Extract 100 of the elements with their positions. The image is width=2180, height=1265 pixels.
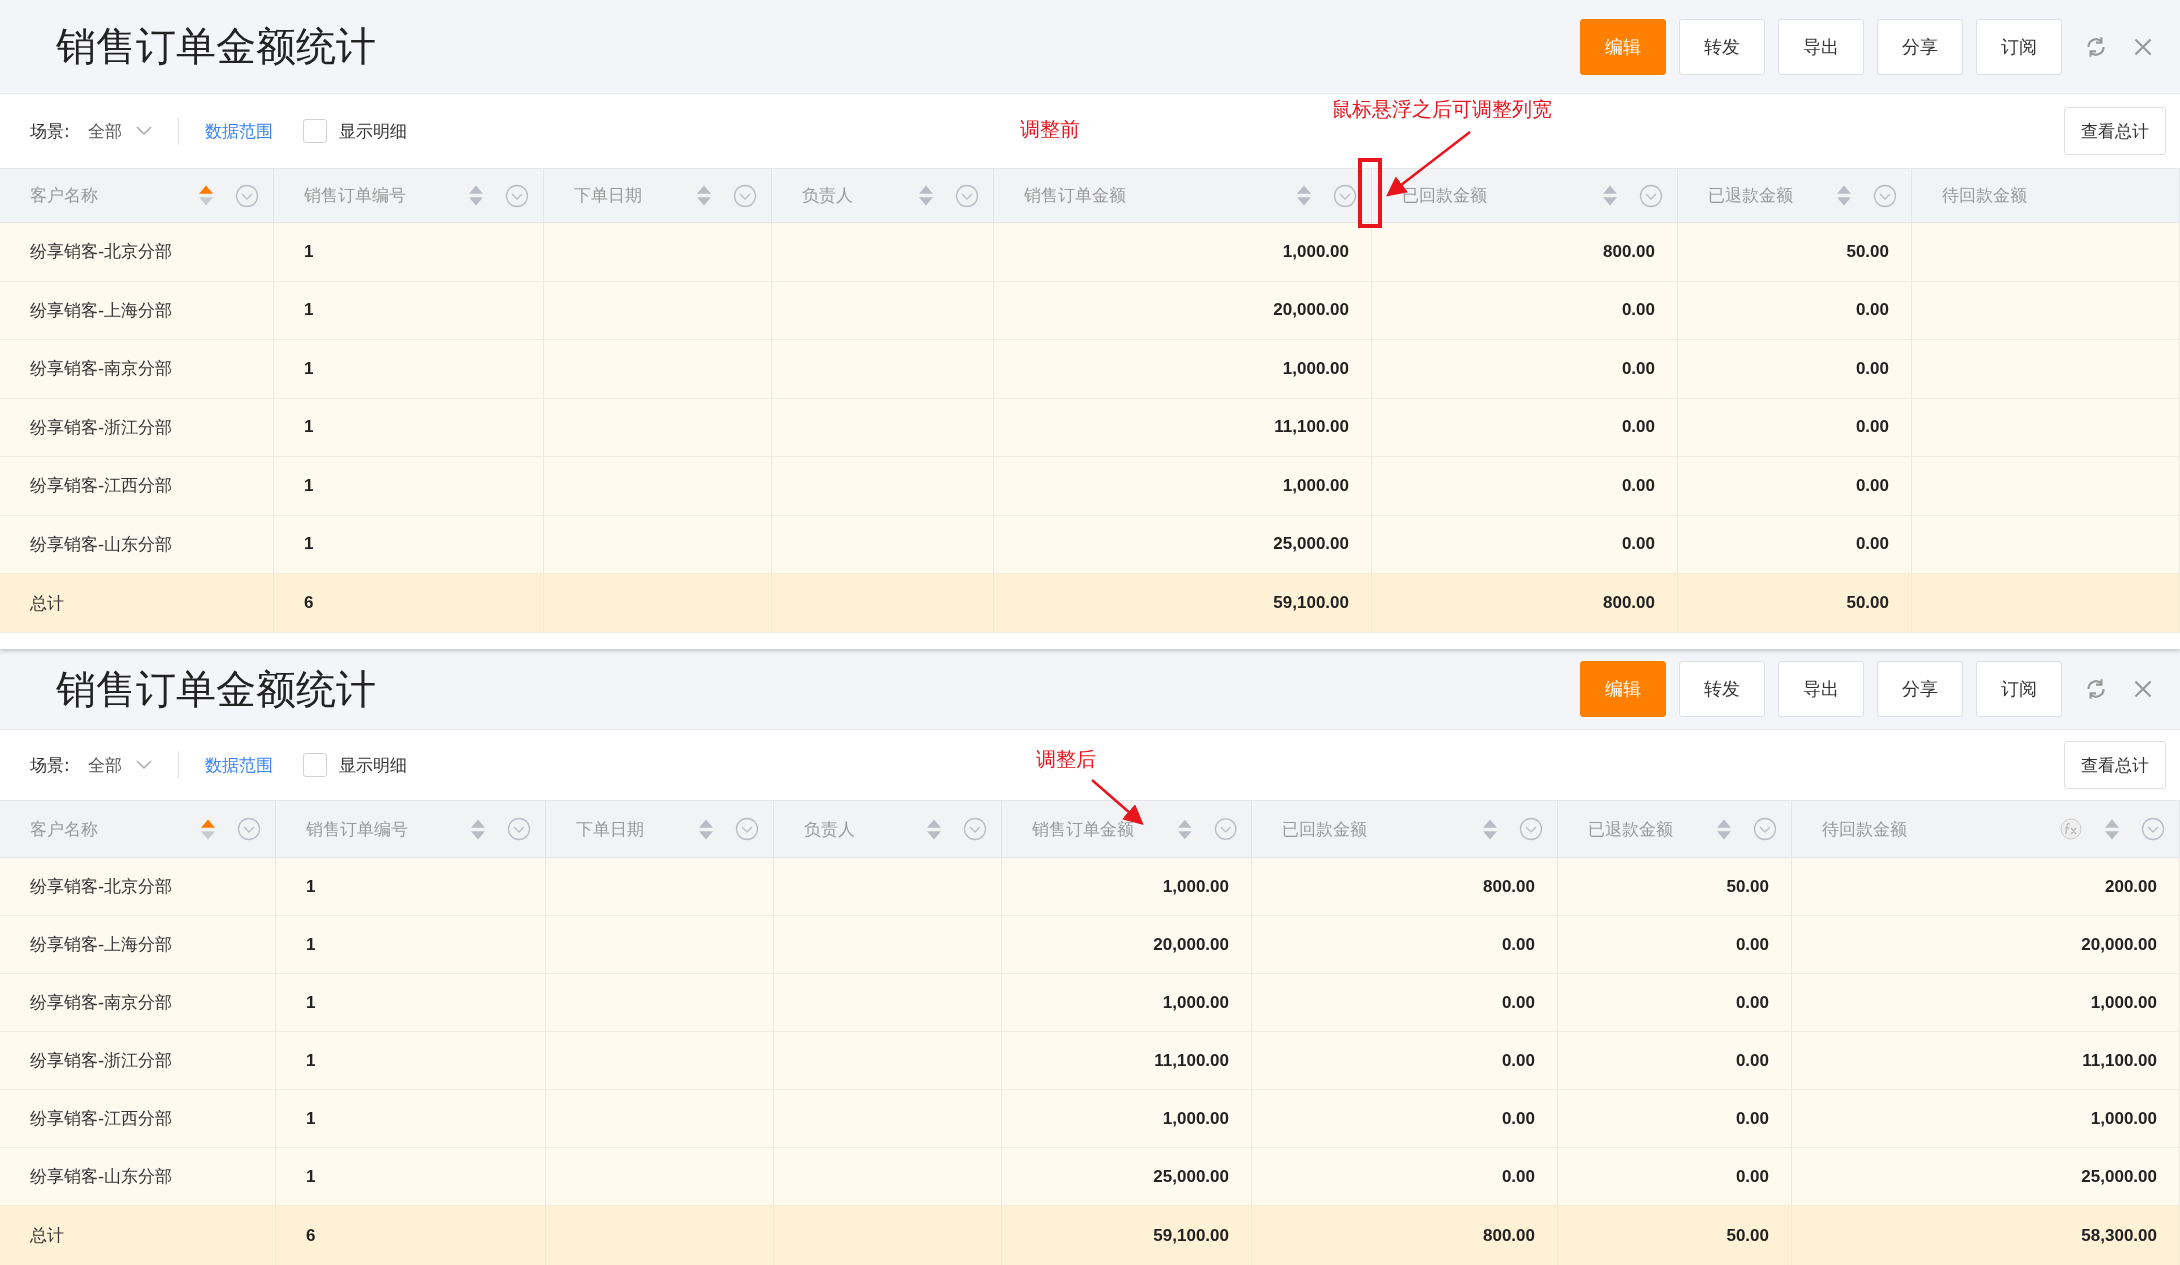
sort-icon[interactable] [697,185,711,206]
filter-icon[interactable] [955,183,979,208]
table-cell: 1 [274,281,544,340]
total-cell: 总计 [0,1206,276,1265]
sort-icon[interactable] [2105,818,2119,840]
filter-icon[interactable] [1333,183,1357,208]
column-header[interactable]: 下单日期 [544,169,772,223]
filter-icon[interactable] [505,183,529,208]
column-header[interactable]: 客户名称 [0,801,276,858]
table-cell: 纷享销客-北京分部 [0,858,276,916]
total-cell: 6 [274,574,544,633]
sort-icon[interactable] [1297,185,1311,206]
column-header[interactable]: 客户名称 [0,169,274,223]
toolbar-button[interactable]: 导出 [1778,661,1864,717]
toolbar-button[interactable]: 导出 [1778,18,1864,75]
sort-icon[interactable] [201,818,215,840]
table-cell: 0.00 [1678,340,1912,399]
scene-dropdown[interactable]: 全部 [87,753,152,777]
data-range-link[interactable]: 数据范围 [204,753,273,777]
scene-label: 场景: [30,119,70,143]
filter-icon[interactable] [1519,817,1543,841]
filter-icon[interactable] [1873,183,1897,208]
sort-icon[interactable] [1483,818,1497,840]
table-cell: 纷享销客-北京分部 [0,223,274,282]
column-header[interactable]: 销售订单金额 [1002,801,1252,858]
sort-icon[interactable] [1717,818,1731,840]
chevron-down-icon[interactable] [135,760,152,770]
filter-icon[interactable] [235,183,259,208]
filter-icon[interactable] [507,817,531,841]
table-cell: 800.00 [1252,858,1558,916]
toolbar-button[interactable]: 转发 [1679,661,1765,717]
sort-icon[interactable] [469,185,483,206]
formula-icon[interactable] [2059,817,2083,841]
scene-dropdown[interactable]: 全部 [87,119,152,143]
column-title: 销售订单金额 [1024,184,1126,207]
sort-icon[interactable] [1178,818,1192,840]
filter-icon[interactable] [1213,817,1237,841]
table-cell: 0.00 [1372,281,1678,340]
chevron-down-icon[interactable] [135,126,152,136]
table-cell: 纷享销客-浙江分部 [0,1032,276,1090]
table-cell: 1 [274,457,544,516]
filter-icon[interactable] [1753,817,1777,841]
toolbar-button[interactable]: 转发 [1679,18,1765,75]
filter-icon[interactable] [963,817,987,841]
sort-icon[interactable] [471,818,485,840]
table-cell: 50.00 [1558,858,1792,916]
column-title: 销售订单编号 [304,184,406,207]
filter-icon[interactable] [237,817,261,841]
column-header[interactable]: 待回款金额 [1792,801,2180,858]
toolbar-button[interactable]: 分享 [1877,661,1963,717]
annotation-text: 鼠标悬浮之后可调整列宽 [1332,96,1552,123]
sort-icon[interactable] [199,185,213,206]
sort-icon[interactable] [699,818,713,840]
column-header[interactable]: 负责人 [774,801,1002,858]
checkbox-label: 显示明细 [338,753,407,777]
table-cell: 25,000.00 [1792,1148,2180,1206]
table-cell: 0.00 [1558,1148,1792,1206]
column-header[interactable]: 待回款金额 [1912,169,2180,223]
toolbar-button[interactable]: 分享 [1877,18,1963,75]
column-header[interactable]: 已退款金额 [1558,801,1792,858]
table-cell: 0.00 [1372,340,1678,399]
toolbar-button[interactable]: 订阅 [1976,661,2062,717]
table-cell: 1,000.00 [1002,1090,1252,1148]
view-total-button[interactable]: 查看总计 [2064,107,2166,155]
filter-icon[interactable] [735,817,759,841]
column-header[interactable]: 销售订单编号 [274,169,544,223]
sort-icon[interactable] [919,185,933,206]
column-header[interactable]: 销售订单金额 [994,169,1372,223]
table-cell: 0.00 [1252,974,1558,1032]
toolbar-button[interactable]: 订阅 [1976,18,2062,75]
table-cell: 0.00 [1558,1032,1792,1090]
table-cell: 50.00 [1678,223,1912,282]
column-header[interactable]: 已退款金额 [1678,169,1912,223]
column-header[interactable]: 负责人 [772,169,994,223]
table-cell: 纷享销客-江西分部 [0,457,274,516]
table-cell: 1 [276,916,546,974]
table-cell: 25,000.00 [994,515,1372,574]
toolbar-button[interactable]: 编辑 [1580,661,1666,717]
sort-icon[interactable] [927,818,941,840]
checkbox[interactable] [302,753,327,777]
column-header[interactable]: 已回款金额 [1372,169,1678,223]
table-cell: 1 [274,340,544,399]
table-cell: 1 [276,858,546,916]
table-cell: 1,000.00 [994,223,1372,282]
table-cell: 0.00 [1252,1148,1558,1206]
data-range-link[interactable]: 数据范围 [204,119,273,143]
checkbox[interactable] [302,119,327,143]
toolbar-button[interactable]: 编辑 [1580,18,1666,75]
column-header[interactable]: 下单日期 [546,801,774,858]
column-title: 客户名称 [30,184,98,207]
filter-icon[interactable] [1639,183,1663,208]
filter-icon[interactable] [733,183,757,208]
view-total-button[interactable]: 查看总计 [2064,741,2166,789]
column-header[interactable]: 已回款金额 [1252,801,1558,858]
column-header[interactable]: 销售订单编号 [276,801,546,858]
total-cell: 50.00 [1678,574,1912,633]
sort-icon[interactable] [1837,185,1851,206]
sort-icon[interactable] [1603,185,1617,206]
table-cell: 1,000.00 [1002,858,1252,916]
filter-icon[interactable] [2141,817,2165,841]
